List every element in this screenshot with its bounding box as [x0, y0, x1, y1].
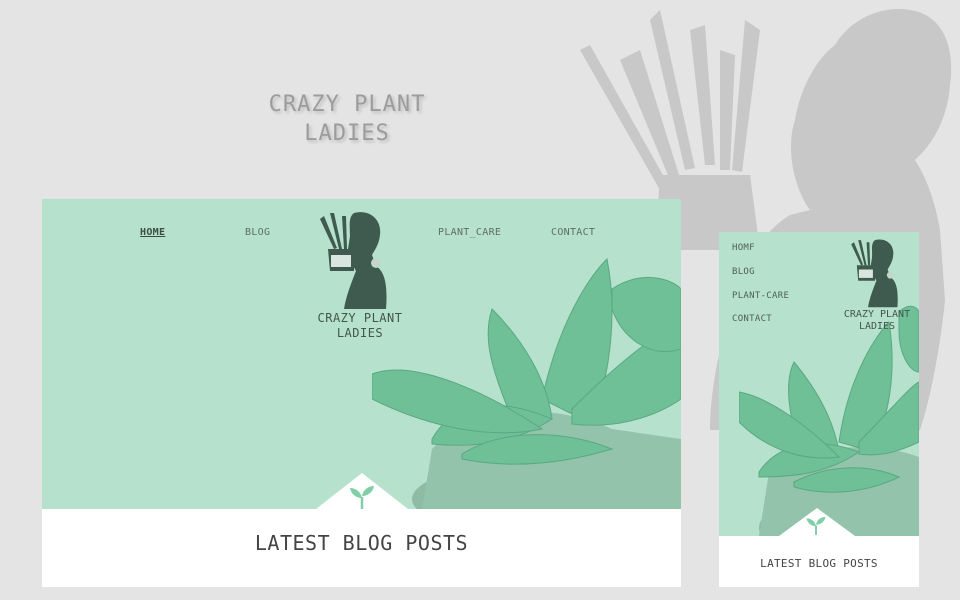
nav-link-plant-care[interactable]: PLANT_CARE	[438, 227, 501, 238]
section-title: LATEST BLOG POSTS	[254, 531, 469, 555]
nav-link-home[interactable]: HOME	[140, 227, 165, 238]
woman-with-plant-icon[interactable]	[847, 238, 903, 308]
succulent-image	[372, 257, 681, 509]
sprout-icon	[350, 486, 374, 509]
nav-link-home[interactable]: HOMF	[732, 243, 755, 253]
nav-link-contact[interactable]: CONTACT	[732, 314, 772, 324]
woman-with-plant-icon[interactable]	[314, 211, 394, 309]
desktop-hero: HOME BLOG PLANT_CARE CONTACT CRAZY PLANT…	[42, 199, 681, 509]
sprout-icon	[806, 516, 826, 535]
mobile-mockup: HOMF BLOG PLANT-CARE CONTACT CRAZY PLANT…	[719, 232, 919, 587]
nav-link-plant-care[interactable]: PLANT-CARE	[732, 291, 789, 301]
desktop-mockup: HOME BLOG PLANT_CARE CONTACT CRAZY PLANT…	[42, 199, 681, 587]
hero-title: CRAZY PLANT LADIES	[268, 92, 426, 146]
nav-link-blog[interactable]: BLOG	[245, 227, 270, 238]
mobile-hero: HOMF BLOG PLANT-CARE CONTACT CRAZY PLANT…	[719, 232, 919, 536]
nav-link-blog[interactable]: BLOG	[732, 267, 755, 277]
brand-name: CRAZY PLANT LADIES	[843, 309, 911, 332]
brand-name: CRAZY PLANT LADIES	[317, 311, 403, 340]
section-title: LATEST BLOG POSTS	[760, 557, 878, 570]
nav-link-contact[interactable]: CONTACT	[551, 227, 595, 238]
